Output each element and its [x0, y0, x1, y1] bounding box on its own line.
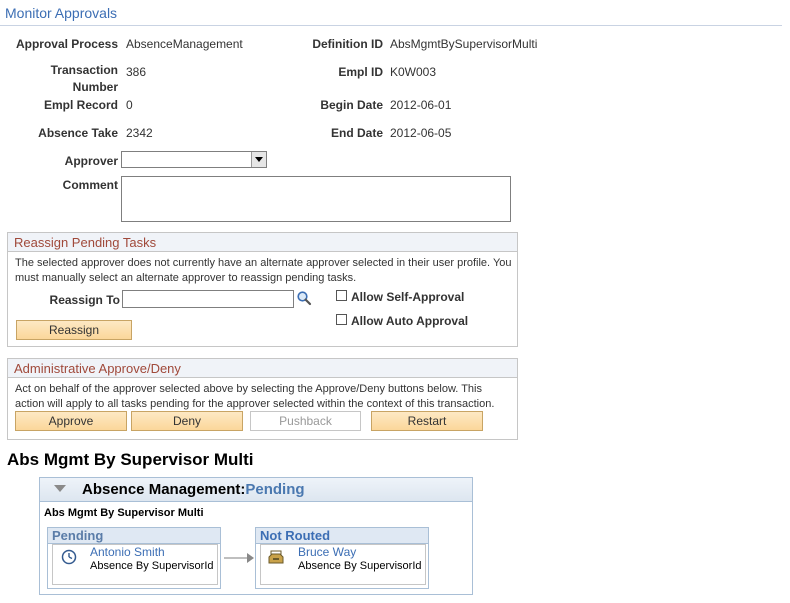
transaction-number-label: Transaction Number	[50, 63, 118, 94]
reassign-to-input[interactable]	[122, 290, 294, 308]
end-date-value: 2012-06-05	[390, 126, 452, 140]
reassign-button[interactable]: Reassign	[16, 320, 132, 340]
approver-link-antonio-smith[interactable]: Antonio Smith	[90, 545, 165, 559]
absence-take-value: 2342	[126, 126, 153, 140]
reassign-note: The selected approver does not currently…	[15, 257, 512, 284]
approve-button[interactable]: Approve	[15, 411, 127, 431]
pushback-button[interactable]: Pushback	[250, 411, 361, 431]
definition-id-label: Definition ID	[312, 37, 383, 51]
empl-record-value: 0	[126, 98, 133, 112]
begin-date-label: Begin Date	[320, 98, 383, 112]
approver-label: Approver	[64, 154, 118, 168]
end-date-label: End Date	[330, 126, 383, 140]
approver-select[interactable]	[121, 151, 267, 168]
approver-link-bruce-way[interactable]: Bruce Way	[298, 545, 356, 559]
approver-role: Absence By SupervisorId	[90, 560, 214, 572]
workflow-header-text: Absence Management:Pending	[82, 481, 305, 498]
workflow-subtitle: Abs Mgmt By Supervisor Multi	[44, 507, 204, 519]
page-title: Monitor Approvals	[5, 5, 118, 21]
clock-icon	[61, 549, 77, 565]
allow-self-approval-label: Allow Self-Approval	[351, 290, 465, 304]
allow-self-approval-checkbox[interactable]	[336, 290, 347, 301]
comment-textarea[interactable]	[121, 176, 511, 222]
arrow-right-icon	[223, 552, 255, 564]
definition-id-value: AbsMgmtBySupervisorMulti	[390, 37, 538, 51]
search-icon[interactable]	[296, 290, 312, 306]
empl-record-label: Empl Record	[43, 98, 118, 112]
allow-auto-approval-checkbox[interactable]	[336, 314, 347, 325]
admin-note: Act on behalf of the approver selected a…	[15, 383, 495, 410]
approval-process-label: Approval Process	[15, 37, 118, 51]
workflow-header-status: Pending	[245, 481, 305, 498]
transaction-number-value: 386	[126, 65, 147, 79]
collapse-triangle-icon[interactable]	[54, 485, 66, 492]
empl-id-label: Empl ID	[338, 65, 383, 79]
stage-status: Not Routed	[256, 528, 428, 544]
title-divider	[0, 25, 782, 26]
reassign-section-title: Reassign Pending Tasks	[8, 233, 517, 252]
restart-button[interactable]: Restart	[371, 411, 483, 431]
workflow-title: Abs Mgmt By Supervisor Multi	[7, 450, 254, 469]
stage-status: Pending	[48, 528, 220, 544]
begin-date-value: 2012-06-01	[390, 98, 452, 112]
approver-role: Absence By SupervisorId	[298, 560, 422, 572]
chevron-down-icon[interactable]	[251, 152, 266, 167]
inbox-icon	[268, 550, 284, 564]
deny-button[interactable]: Deny	[131, 411, 243, 431]
absence-take-label: Absence Take	[38, 126, 118, 140]
allow-auto-approval-label: Allow Auto Approval	[351, 314, 469, 328]
empl-id-value: K0W003	[390, 65, 437, 79]
comment-label: Comment	[62, 178, 118, 192]
reassign-to-label: Reassign To	[49, 293, 120, 307]
admin-section-title: Administrative Approve/Deny	[8, 359, 517, 378]
approval-process-value: AbsenceManagement	[126, 37, 243, 51]
